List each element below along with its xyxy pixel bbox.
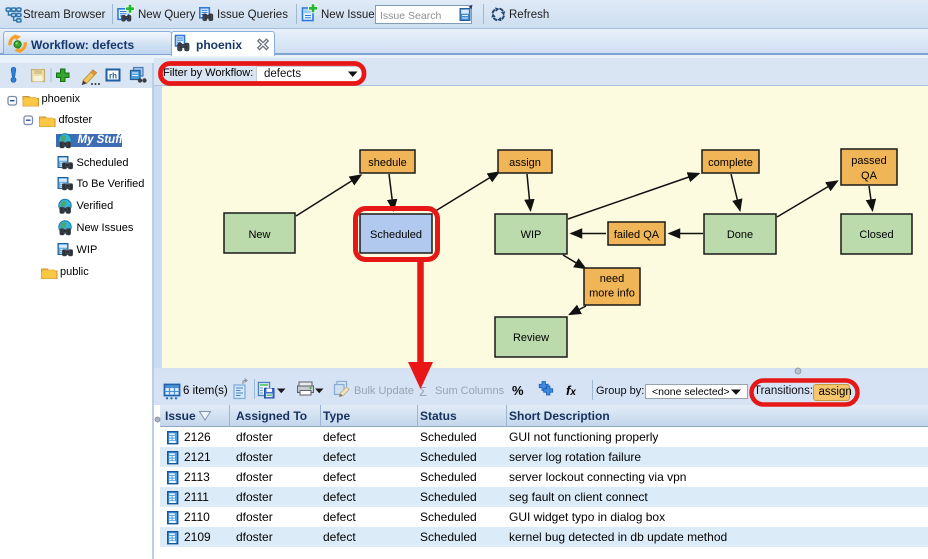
svg-text:passed: passed <box>851 155 886 167</box>
svg-text:Closed: Closed <box>859 229 893 241</box>
svg-text:shedule: shedule <box>368 157 407 169</box>
svg-text:rh: rh <box>109 72 117 81</box>
svg-text:failed QA: failed QA <box>614 229 660 241</box>
svg-text:Review: Review <box>513 332 549 344</box>
svg-text:New: New <box>248 229 270 241</box>
svg-text:need: need <box>600 273 624 285</box>
svg-text:complete: complete <box>708 157 753 169</box>
svg-text:more info: more info <box>589 288 635 300</box>
svg-text:assign: assign <box>509 157 541 169</box>
svg-text:Scheduled: Scheduled <box>370 229 422 241</box>
svg-text:QA: QA <box>861 170 878 182</box>
svg-text:WIP: WIP <box>521 229 542 241</box>
svg-text:Done: Done <box>727 229 753 241</box>
